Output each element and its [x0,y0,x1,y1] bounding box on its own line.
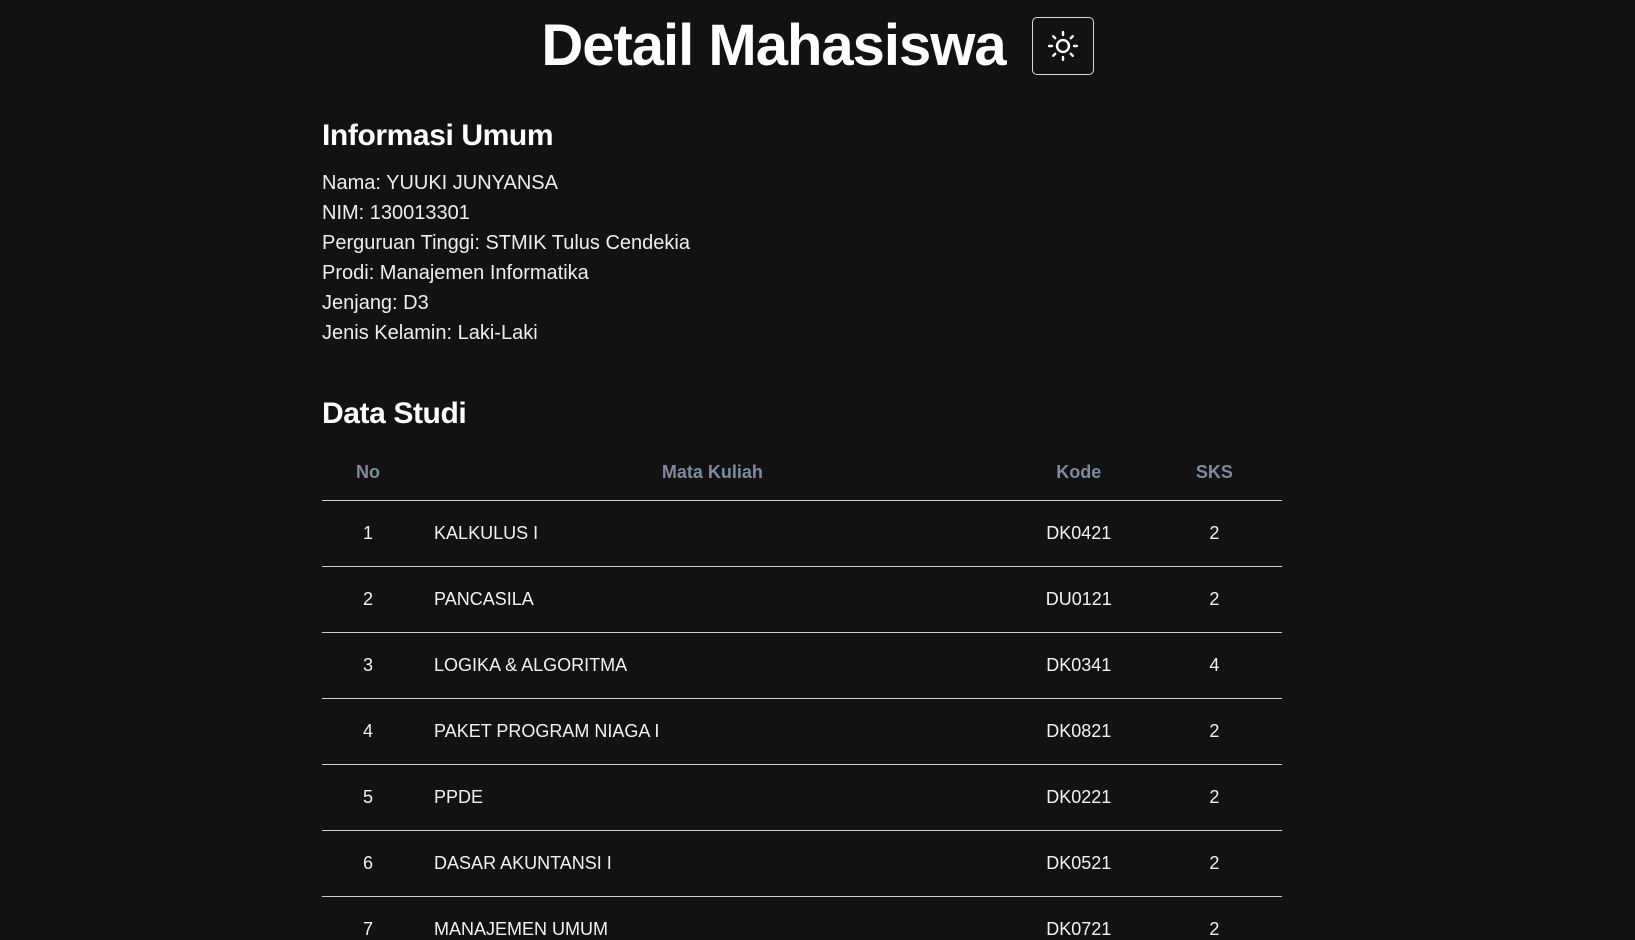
row-number: 2 [322,566,415,633]
row-number: 1 [322,500,415,567]
course-code: DU0121 [1010,566,1147,633]
general-info-section: Informasi Umum Nama: YUUKI JUNYANSA NIM:… [322,112,1282,348]
column-header-code: Kode [1010,444,1147,501]
general-info-title: Informasi Umum [322,119,554,152]
main-content: Informasi Umum Nama: YUUKI JUNYANSA NIM:… [322,112,1282,940]
study-data-title: Data Studi [322,397,467,430]
course-sks: 2 [1146,698,1282,765]
course-code: DK0721 [1010,896,1147,940]
table-header-row: No Mata Kuliah Kode SKS [322,444,1282,501]
student-gender: Jenis Kelamin: Laki-Laki [322,322,538,344]
course-sks: 2 [1146,764,1282,831]
theme-toggle-button[interactable] [1031,17,1094,75]
column-header-course: Mata Kuliah [414,444,1011,501]
table-row: 2 PANCASILA DU0121 2 [322,566,1282,633]
column-header-sks: SKS [1146,444,1282,501]
student-name: Nama: YUUKI JUNYANSA [322,172,558,194]
course-name: LOGIKA & ALGORITMA [414,632,1011,699]
student-university: Perguruan Tinggi: STMIK Tulus Cendekia [322,232,690,254]
student-level: Jenjang: D3 [322,292,429,314]
table-row: 4 PAKET PROGRAM NIAGA I DK0821 2 [322,698,1282,765]
course-sks: 4 [1146,632,1282,699]
course-code: DK0341 [1010,632,1147,699]
course-code: DK0221 [1010,764,1147,831]
study-table: No Mata Kuliah Kode SKS 1 KALKULUS I DK0… [322,444,1282,940]
course-sks: 2 [1146,830,1282,897]
course-name: PPDE [414,764,1011,831]
row-number: 6 [322,830,415,897]
general-info-list: Nama: YUUKI JUNYANSA NIM: 130013301 Perg… [322,168,1282,348]
table-row: 5 PPDE DK0221 2 [322,764,1282,831]
table-row: 6 DASAR AKUNTANSI I DK0521 2 [322,830,1282,897]
student-program: Prodi: Manajemen Informatika [322,262,589,284]
table-row: 7 MANAJEMEN UMUM DK0721 2 [322,896,1282,940]
course-name: KALKULUS I [414,500,1011,567]
sun-icon [1046,29,1080,63]
course-code: DK0821 [1010,698,1147,765]
student-nim: NIM: 130013301 [322,202,470,224]
study-data-section: Data Studi No Mata Kuliah Kode SKS 1 KAL… [322,390,1282,940]
row-number: 7 [322,896,415,940]
course-code: DK0421 [1010,500,1147,567]
page-title: Detail Mahasiswa [541,13,1006,78]
course-sks: 2 [1146,566,1282,633]
course-name: DASAR AKUNTANSI I [414,830,1011,897]
course-sks: 2 [1146,896,1282,940]
table-row: 1 KALKULUS I DK0421 2 [322,500,1282,567]
course-name: PAKET PROGRAM NIAGA I [414,698,1011,765]
table-row: 3 LOGIKA & ALGORITMA DK0341 4 [322,632,1282,699]
course-name: MANAJEMEN UMUM [414,896,1011,940]
row-number: 5 [322,764,415,831]
row-number: 3 [322,632,415,699]
page-header: Detail Mahasiswa [0,14,1635,78]
row-number: 4 [322,698,415,765]
course-code: DK0521 [1010,830,1147,897]
course-name: PANCASILA [414,566,1011,633]
page: Detail Mahasiswa Informasi Umum Nama: YU… [0,0,1635,940]
course-sks: 2 [1146,500,1282,567]
column-header-no: No [322,444,415,501]
